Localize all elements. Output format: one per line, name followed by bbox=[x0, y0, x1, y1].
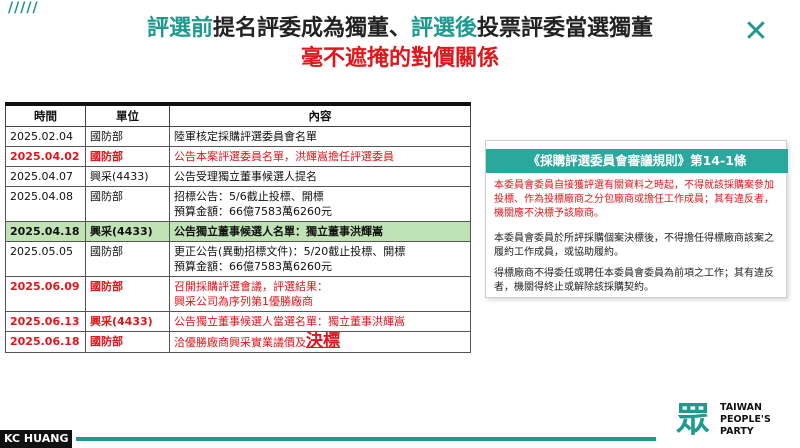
author-name: KC HUANG bbox=[0, 430, 72, 448]
content-line: 興采公司為序列第1優勝廠商 bbox=[174, 294, 313, 308]
logo-line-1: TAIWAN bbox=[720, 402, 762, 413]
header-date: 時間 bbox=[5, 103, 86, 127]
table-row: 2025.04.02 國防部 公告本案評選委員名單，洪輝嵩擔任評選委員 bbox=[5, 145, 471, 167]
table-row: 2025.06.09 國防部 召開採購評選會議，評選結果： 興采公司為序列第1優勝廠商 bbox=[5, 275, 471, 312]
row-date: 2025.06.13 bbox=[5, 310, 86, 332]
row-unit: 國防部 bbox=[85, 145, 170, 167]
row-date: 2025.06.09 bbox=[5, 275, 86, 312]
content-line: 洽優勝廠商興采實業議價及決標 bbox=[174, 330, 466, 351]
timeline-table: 時間 單位 內容 2025.02.04 國防部 陸軍核定採購評選委員會名單 2025.… bbox=[5, 102, 471, 353]
row-date: 2025.05.05 bbox=[5, 240, 86, 277]
content-line: 公告受理獨立董事候選人提名 bbox=[174, 169, 317, 183]
row-content: 洽優勝廠商興采實業議價及決標 bbox=[169, 330, 471, 353]
rule-title: 《採購評選委員會審議規則》第14-1條 bbox=[486, 149, 788, 173]
table-row: 2025.06.18 國防部 洽優勝廠商興采實業議價及決標 bbox=[5, 330, 471, 353]
row-date: 2025.04.18 bbox=[5, 220, 86, 242]
rule-paragraph-2: 本委員會委員於所評採購個案決標後，不得擔任得標廠商該案之履約工作成員，或協助履約… bbox=[494, 233, 774, 258]
title-text-b: 投票評委當選獨董 bbox=[477, 16, 654, 41]
award-decision-emphasis: 決標 bbox=[306, 330, 340, 351]
rule-paragraph-1: 本委員會委員自接獲評選有關資料之時起，不得就該採購案參加投標、作為投標廠商之分包… bbox=[494, 180, 774, 219]
logo-line-2: PEOPLE'S bbox=[720, 414, 771, 425]
row-unit: 國防部 bbox=[85, 125, 170, 147]
content-line: 召開採購評選會議，評選結果： bbox=[174, 279, 328, 293]
row-unit: 國防部 bbox=[85, 240, 170, 277]
page-title: 評選前提名評委成為獨董、評選後投票評委當選獨董 bbox=[0, 10, 800, 42]
footer-divider bbox=[76, 437, 656, 441]
content-line: 陸軍核定採購評選委員會名單 bbox=[174, 129, 317, 143]
rule-paragraph-3: 得標廠商不得委任或聘任本委員會委員為前項之工作；其有違反者，機關得終止或解除該採… bbox=[494, 268, 774, 293]
content-line: 公告獨立董事候選人當選名單：獨立董事洪輝嵩 bbox=[174, 314, 405, 328]
content-line: 公告獨立董事候選人名單：獨立董事洪輝嵩 bbox=[174, 224, 383, 238]
table-row: 2025.06.13 興采(4433) 公告獨立董事候選人當選名單：獨立董事洪輝嵩 bbox=[5, 310, 471, 332]
content-line: 公告本案評選委員名單，洪輝嵩擔任評選委員 bbox=[174, 149, 394, 163]
table-row: 2025.04.18 興采(4433) 公告獨立董事候選人名單：獨立董事洪輝嵩 bbox=[5, 220, 471, 242]
row-content: 公告獨立董事候選人當選名單：獨立董事洪輝嵩 bbox=[169, 310, 471, 332]
row-date: 2025.04.08 bbox=[5, 185, 86, 222]
party-logo-icon: 眾 bbox=[676, 400, 710, 440]
row-content: 公告受理獨立董事候選人提名 bbox=[169, 165, 471, 187]
title-text-a: 提名評委成為獨董、 bbox=[212, 16, 411, 41]
row-unit: 國防部 bbox=[85, 330, 170, 353]
row-unit: 國防部 bbox=[85, 185, 170, 222]
logo-line-3: PARTY bbox=[720, 426, 754, 437]
header-content: 內容 bbox=[169, 103, 471, 127]
table-row: 2025.05.05 國防部 更正公告(異動招標文件)：5/20截止投標、開標 預算金… bbox=[5, 240, 471, 277]
table-header-row: 時間 單位 內容 bbox=[5, 103, 471, 127]
page-subtitle: 毫不遮掩的對價關係 bbox=[300, 46, 499, 71]
table-row: 2025.04.07 興采(4433) 公告受理獨立董事候選人提名 bbox=[5, 165, 471, 187]
close-icon: ✕ bbox=[743, 14, 769, 49]
table-row: 2025.04.08 國防部 招標公告：5/6截止投標、開標 預算金額：66億7583… bbox=[5, 185, 471, 222]
row-date: 2025.06.18 bbox=[5, 330, 86, 353]
decorative-stripes: ///// bbox=[8, 0, 39, 16]
row-date: 2025.02.04 bbox=[5, 125, 86, 147]
row-content: 公告獨立董事候選人名單：獨立董事洪輝嵩 bbox=[169, 220, 471, 242]
content-line: 預算金額：66億7583萬6260元 bbox=[174, 204, 332, 218]
content-line: 招標公告：5/6截止投標、開標 bbox=[174, 189, 324, 203]
row-content: 招標公告：5/6截止投標、開標 預算金額：66億7583萬6260元 bbox=[169, 185, 471, 222]
row-content: 陸軍核定採購評選委員會名單 bbox=[169, 125, 471, 147]
row-date: 2025.04.02 bbox=[5, 145, 86, 167]
content-line: 預算金額：66億7583萬6260元 bbox=[174, 259, 332, 273]
title-before-eval: 評選前 bbox=[146, 16, 213, 41]
content-line: 更正公告(異動招標文件)：5/20截止投標、開標 bbox=[174, 244, 406, 258]
header-unit: 單位 bbox=[85, 103, 170, 127]
party-logo-text: TAIWAN PEOPLE'S PARTY bbox=[720, 402, 796, 438]
content-line-text: 洽優勝廠商興采實業議價及 bbox=[174, 335, 306, 349]
row-unit: 國防部 bbox=[85, 275, 170, 312]
row-content: 更正公告(異動招標文件)：5/20截止投標、開標 預算金額：66億7583萬626… bbox=[169, 240, 471, 277]
title-after-eval: 評選後 bbox=[411, 16, 478, 41]
row-date: 2025.04.07 bbox=[5, 165, 86, 187]
table-row: 2025.02.04 國防部 陸軍核定採購評選委員會名單 bbox=[5, 125, 471, 147]
row-unit: 興采(4433) bbox=[85, 165, 170, 187]
row-unit: 興采(4433) bbox=[85, 310, 170, 332]
row-unit: 興采(4433) bbox=[85, 220, 170, 242]
row-content: 召開採購評選會議，評選結果： 興采公司為序列第1優勝廠商 bbox=[169, 275, 471, 312]
rule-box: 《採購評選委員會審議規則》第14-1條 本委員會委員自接獲評選有關資料之時起，不… bbox=[485, 140, 788, 298]
row-content: 公告本案評選委員名單，洪輝嵩擔任評選委員 bbox=[169, 145, 471, 167]
